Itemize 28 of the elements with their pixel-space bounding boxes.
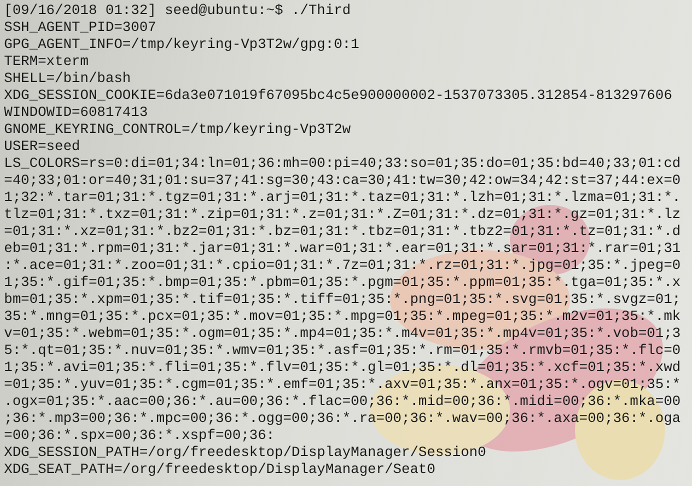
terminal-line: USER=seed xyxy=(4,139,80,156)
terminal-line: TERM=xterm xyxy=(4,54,89,71)
terminal-line: XDG_SEAT_PATH=/org/freedesktop/DisplayManager/Seat0 xyxy=(4,462,436,479)
terminal-line: 5:*.qt=01;35:*.nuv=01;35:*.wmv=01;35:*.asf=01;35:*.rm=01;35:*.rmvb=01;35:*.flc=0 xyxy=(4,343,681,360)
terminal-line: v=01;35:*.webm=01;35:*.ogm=01;35:*.mp4=01;35:*.m4v=01;35:*.mp4v=01;35:*.vob=01;3 xyxy=(4,326,681,343)
terminal-line: [09/16/2018 01:32] seed@ubuntu:~$ ./Third xyxy=(4,3,351,20)
terminal-line: 1;32:*.tar=01;31:*.tgz=01;31:*.arj=01;31:*.taz=01;31:*.lzh=01;31:*.lzma=01;31:*. xyxy=(4,190,681,207)
terminal-line: WINDOWID=60817413 xyxy=(4,105,148,122)
terminal-line: eb=01;31:*.rpm=01;31:*.jar=01;31:*.war=01;31:*.ear=01;31:*.sar=01;31:*.rar=01;31 xyxy=(4,241,681,258)
terminal-line: .ogx=01;35:*.aac=00;36:*.au=00;36:*.flac=00;36:*.mid=00;36:*.midi=00;36:*.mka=00 xyxy=(4,394,681,411)
terminal-line: ;36:*.mp3=00;36:*.mpc=00;36:*.ogg=00;36:*.ra=00;36:*.wav=00;36:*.axa=00;36:*.oga xyxy=(4,411,681,428)
terminal-line: LS_COLORS=rs=0:di=01;34:ln=01;36:mh=00:pi=40;33:so=01;35:do=01;35:bd=40;33;01:cd xyxy=(4,156,681,173)
terminal-line: SSH_AGENT_PID=3007 xyxy=(4,20,156,37)
terminal-line: 1;35:*.gif=01;35:*.bmp=01;35:*.pbm=01;35:*.pgm=01;35:*.ppm=01;35:*.tga=01;35:*.x xyxy=(4,275,681,292)
terminal-line: bm=01;35:*.xpm=01;35:*.tif=01;35:*.tiff=01;35:*.png=01;35:*.svg=01;35:*.svgz=01; xyxy=(4,292,681,309)
terminal-line: GPG_AGENT_INFO=/tmp/keyring-Vp3T2w/gpg:0:1 xyxy=(4,37,360,54)
terminal-line: XDG_SESSION_COOKIE=6da3e071019f67095bc4c5e900000002-1537073305.312854-813297606 xyxy=(4,88,672,105)
terminal-line: 1;35:*.avi=01;35:*.fli=01;35:*.flv=01;35:*.gl=01;35:*.dl=01;35:*.xcf=01;35:*.xwd xyxy=(4,360,681,377)
terminal-line: =00;36:*.spx=00;36:*.xspf=00;36: xyxy=(4,428,275,445)
terminal-line: tlz=01;31:*.txz=01;31:*.zip=01;31:*.z=01;31:*.Z=01;31:*.dz=01;31:*.gz=01;31:*.lz xyxy=(4,207,681,224)
terminal-line: GNOME_KEYRING_CONTROL=/tmp/keyring-Vp3T2w xyxy=(4,122,351,139)
terminal-line: =40;33;01:or=40;31;01:su=37;41:sg=30;43:ca=30;41:tw=30;42:ow=34;42:st=37;44:ex=0 xyxy=(4,173,681,190)
terminal-line: 35:*.mng=01;35:*.pcx=01;35:*.mov=01;35:*.mpg=01;35:*.mpeg=01;35:*.m2v=01;35:*.mk xyxy=(4,309,681,326)
terminal-line: :*.ace=01;31:*.zoo=01;31:*.cpio=01;31:*.7z=01;31:*.rz=01;31:*.jpg=01;35:*.jpeg=0 xyxy=(4,258,681,275)
terminal-line: SHELL=/bin/bash xyxy=(4,71,131,88)
terminal-line: XDG_SESSION_PATH=/org/freedesktop/DisplayManager/Session0 xyxy=(4,445,486,462)
terminal-line: =01;31:*.xz=01;31:*.bz2=01;31:*.bz=01;31:*.tbz=01;31:*.tbz2=01;31:*.tz=01;31:*.d xyxy=(4,224,681,241)
terminal-line: =01;35:*.yuv=01;35:*.cgm=01;35:*.emf=01;35:*.axv=01;35:*.anx=01;35:*.ogv=01;35:* xyxy=(4,377,681,394)
